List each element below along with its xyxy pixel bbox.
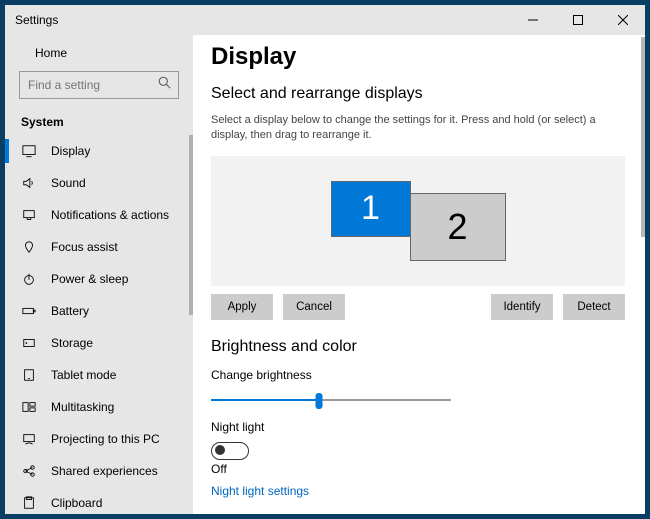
sidebar-item-label: Tablet mode [51,368,116,382]
section-label: System [5,107,193,135]
display-2[interactable]: 2 [410,193,506,261]
identify-button[interactable]: Identify [491,294,553,320]
sidebar-item-focus-assist[interactable]: Focus assist [5,231,193,263]
page-title: Display [211,43,627,71]
sidebar-item-clipboard[interactable]: Clipboard [5,487,193,514]
sidebar-item-label: Power & sleep [51,272,128,286]
content-scrollbar[interactable] [641,37,645,512]
sidebar-item-label: Focus assist [51,240,118,254]
power-icon [21,272,37,286]
brightness-heading: Brightness and color [211,338,627,356]
window-title: Settings [15,13,58,27]
rearrange-heading: Select and rearrange displays [211,85,627,103]
search-input[interactable] [19,71,179,99]
sidebar-item-label: Battery [51,304,89,318]
sidebar-item-shared[interactable]: Shared experiences [5,455,193,487]
night-light-label: Night light [211,420,627,434]
sidebar-item-label: Notifications & actions [51,208,169,222]
sidebar-items: Display Sound Notifications & actions Fo… [5,135,193,514]
projecting-icon [21,432,37,446]
focus-icon [21,240,37,254]
cancel-button[interactable]: Cancel [283,294,345,320]
sidebar-item-projecting[interactable]: Projecting to this PC [5,423,193,455]
close-button[interactable] [600,5,645,35]
search-icon [158,76,171,94]
sidebar-item-label: Multitasking [51,400,114,414]
home-button[interactable]: Home [5,35,193,71]
apply-button[interactable]: Apply [211,294,273,320]
sidebar-item-label: Clipboard [51,496,102,510]
sidebar-item-multitasking[interactable]: Multitasking [5,391,193,423]
sidebar-item-battery[interactable]: Battery [5,295,193,327]
sidebar-item-storage[interactable]: Storage [5,327,193,359]
rearrange-desc: Select a display below to change the set… [211,113,627,144]
detect-button[interactable]: Detect [563,294,625,320]
sidebar-item-notifications[interactable]: Notifications & actions [5,199,193,231]
brightness-slider[interactable] [211,390,451,410]
sidebar-item-label: Storage [51,336,93,350]
sidebar-item-label: Projecting to this PC [51,432,160,446]
display-icon [21,144,37,158]
storage-icon [21,336,37,350]
sidebar-item-display[interactable]: Display [5,135,193,167]
tablet-icon [21,368,37,382]
display-1[interactable]: 1 [331,181,411,237]
sound-icon [21,176,37,190]
sidebar-item-label: Shared experiences [51,464,158,478]
sidebar-item-label: Display [51,144,90,158]
titlebar: Settings [5,5,645,35]
sidebar-item-power[interactable]: Power & sleep [5,263,193,295]
sidebar-item-tablet[interactable]: Tablet mode [5,359,193,391]
display-arrangement-area[interactable]: 1 2 [211,156,625,286]
minimize-button[interactable] [510,5,555,35]
maximize-button[interactable] [555,5,600,35]
sidebar-item-label: Sound [51,176,86,190]
multitasking-icon [21,400,37,414]
sidebar: Home System Display Sound Notifications … [5,35,193,514]
night-light-state: Off [211,462,627,476]
notifications-icon [21,208,37,222]
clipboard-icon [21,496,37,510]
night-light-settings-link[interactable]: Night light settings [211,484,627,498]
content-area: Display Select and rearrange displays Se… [193,35,645,514]
brightness-label: Change brightness [211,368,627,382]
home-label: Home [35,46,67,60]
shared-icon [21,464,37,478]
night-light-toggle[interactable] [211,442,249,460]
sidebar-item-sound[interactable]: Sound [5,167,193,199]
battery-icon [21,304,37,318]
settings-window: Settings Home System Display Sound Notif… [5,5,645,514]
